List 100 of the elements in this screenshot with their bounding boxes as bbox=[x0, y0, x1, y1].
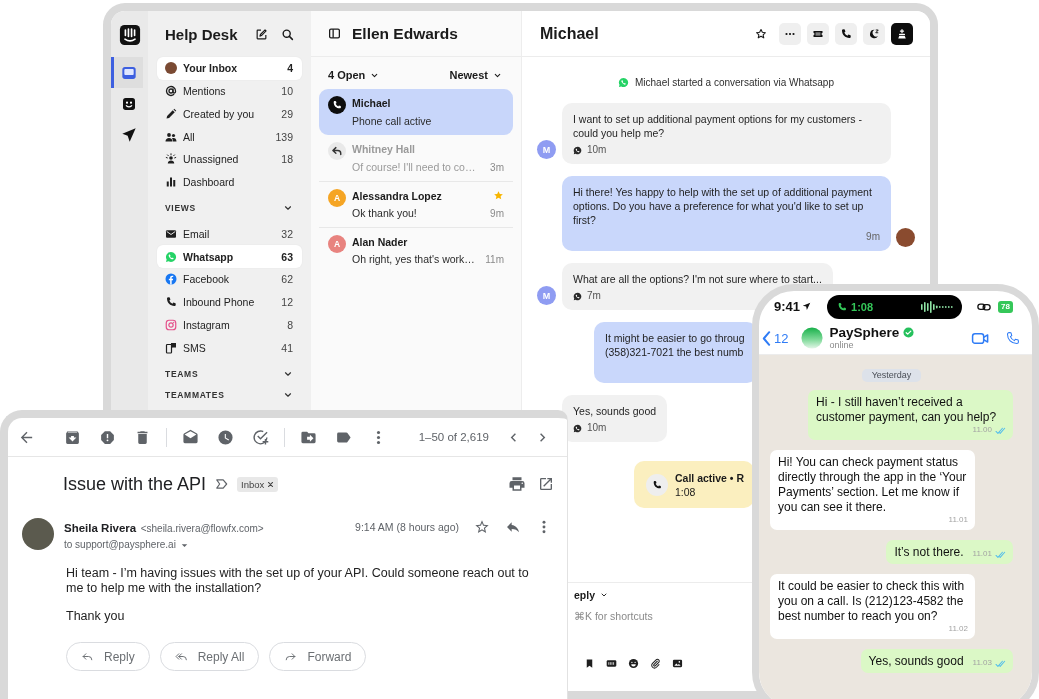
reply-all-button[interactable]: Reply All bbox=[159, 642, 260, 671]
sender-photo bbox=[22, 518, 54, 550]
user-avatar bbox=[896, 228, 915, 247]
phone-button[interactable] bbox=[835, 22, 857, 45]
section-header[interactable]: VIEWS bbox=[157, 201, 302, 215]
nav-item[interactable]: Inbound Phone 12 bbox=[157, 290, 302, 314]
label-tag[interactable]: Inbox bbox=[237, 476, 279, 492]
timestamp: 3m bbox=[490, 161, 504, 173]
nav-item[interactable]: Facebook 62 bbox=[157, 268, 302, 291]
conversation-item[interactable]: A Alessandra Lopez Ok thank you! 9m bbox=[319, 181, 513, 227]
sidebar-title: Help Desk bbox=[165, 25, 238, 43]
contact-avatar: A bbox=[328, 189, 346, 207]
message-text: What are all the options? I'm not sure where to start... bbox=[573, 272, 822, 286]
star-icon[interactable] bbox=[474, 519, 490, 535]
nav-item[interactable]: Mentions 10 bbox=[157, 79, 302, 103]
location-arrow-icon bbox=[802, 302, 812, 311]
contact-avatar: M bbox=[537, 286, 556, 305]
contact-avatar: M bbox=[537, 140, 556, 159]
inbox-button[interactable] bbox=[111, 57, 143, 88]
chevron-down-icon bbox=[283, 390, 293, 400]
emoji-icon[interactable] bbox=[628, 658, 639, 669]
star-icon[interactable] bbox=[755, 27, 767, 40]
reply-all-icon bbox=[174, 650, 188, 663]
presence-status: online bbox=[829, 340, 855, 351]
nav-item[interactable]: Whatsapp 63 bbox=[157, 245, 302, 268]
chat-text: Yes, sounds good bbox=[868, 654, 964, 669]
forward-button[interactable]: Forward bbox=[269, 642, 367, 671]
nav-item[interactable]: Your Inbox 4 bbox=[157, 57, 302, 80]
item-count: 4 bbox=[287, 62, 293, 75]
sender-name: Sheila Rivera bbox=[64, 522, 137, 534]
call-status-pill[interactable]: 1:08 bbox=[827, 294, 963, 319]
conversation-item[interactable]: A Alan Nader Oh right, yes that's work… 11m bbox=[319, 227, 513, 273]
item-count: 18 bbox=[281, 153, 293, 166]
more-button[interactable] bbox=[779, 22, 801, 45]
alert-icon[interactable] bbox=[98, 428, 116, 446]
envelope-open-icon[interactable] bbox=[181, 428, 199, 446]
chat-time: 11.00 bbox=[972, 425, 992, 435]
add-button[interactable] bbox=[891, 22, 913, 45]
conversation-item[interactable]: Michael Phone call active bbox=[319, 89, 513, 135]
reply-icon[interactable] bbox=[505, 519, 521, 535]
add-task-icon[interactable] bbox=[251, 428, 269, 446]
reply-mode-dropdown[interactable]: eply bbox=[574, 588, 608, 602]
chat-time: 11.02 bbox=[948, 624, 968, 634]
sort-dropdown[interactable]: Newest bbox=[449, 69, 502, 81]
ticket-button[interactable] bbox=[807, 22, 829, 45]
phone-icon[interactable] bbox=[1005, 330, 1020, 346]
back-button[interactable]: 12 bbox=[762, 330, 789, 346]
nav-item[interactable]: Dashboard bbox=[157, 170, 302, 194]
section-header[interactable]: TEAMS bbox=[157, 366, 302, 381]
image-icon[interactable] bbox=[672, 658, 683, 669]
chevron-left-icon bbox=[762, 330, 771, 346]
item-count: 139 bbox=[275, 130, 293, 143]
status-filter[interactable]: 4 Open bbox=[328, 69, 380, 81]
message-time: 7m bbox=[587, 289, 601, 303]
nav-item[interactable]: Created by you 29 bbox=[157, 102, 302, 126]
reply-input[interactable]: ⌘K for shortcuts bbox=[574, 607, 744, 625]
nav-item[interactable]: Instagram 8 bbox=[157, 313, 302, 337]
gif-icon[interactable] bbox=[606, 658, 617, 669]
timestamp: 9m bbox=[490, 207, 504, 219]
moon-button[interactable] bbox=[863, 22, 885, 45]
chat-text: Hi! You can check payment status directly through the app in the ‘Your Payments’ section. Let me know if you can see it there. bbox=[778, 455, 968, 515]
open-external-icon[interactable] bbox=[538, 476, 554, 492]
message-preview: Ok thank you! bbox=[352, 207, 417, 220]
paperclip-icon[interactable] bbox=[650, 658, 661, 669]
archive-icon[interactable] bbox=[63, 428, 81, 446]
chevron-down-icon bbox=[600, 591, 608, 599]
chat-bubble-icon bbox=[165, 250, 177, 263]
message-text: It might be easier to go throug (358)321-7021 the best numb bbox=[605, 331, 745, 359]
search-icon[interactable] bbox=[281, 27, 294, 41]
section-header[interactable]: TEAMMATES bbox=[157, 388, 302, 402]
reply-button[interactable]: Reply bbox=[66, 642, 150, 671]
sidebar-toggle-icon[interactable] bbox=[328, 27, 341, 40]
compose-icon[interactable] bbox=[255, 27, 268, 41]
printer-icon[interactable] bbox=[508, 475, 526, 493]
chevron-down-icon bbox=[283, 203, 293, 213]
importance-marker-icon[interactable] bbox=[215, 477, 230, 491]
contact-name: Alessandra Lopez bbox=[352, 189, 442, 202]
logo-icon[interactable] bbox=[118, 24, 141, 46]
message-text: Hi there! Yes happy to help with the set up of additional payment options. Do you have a preference for what you'd like to set up first? bbox=[573, 185, 873, 227]
chat-contact-name: PaySphere bbox=[829, 325, 900, 340]
message-text: Yes, sounds good bbox=[573, 404, 657, 418]
conversation-item[interactable]: Whitney Hall Of course! I'll need to co… 3m bbox=[319, 135, 513, 181]
contact-name: Michael bbox=[352, 97, 391, 109]
bookmark-icon[interactable] bbox=[584, 658, 595, 669]
nav-item[interactable]: SMS 41 bbox=[157, 336, 302, 359]
nav-item[interactable]: Email 32 bbox=[157, 222, 302, 246]
person-rays-icon bbox=[165, 153, 177, 166]
nav-item[interactable]: Unassigned 18 bbox=[157, 148, 302, 171]
chat-text: It’s not there. bbox=[894, 545, 964, 560]
clock-icon[interactable] bbox=[216, 428, 234, 446]
user-avatar bbox=[165, 62, 177, 75]
chat-time: 11.01 bbox=[972, 549, 992, 559]
call-timer: 1:08 bbox=[851, 300, 874, 313]
nav-item[interactable]: All 139 bbox=[157, 125, 302, 148]
phone-icon bbox=[646, 474, 668, 496]
logo-icon bbox=[801, 327, 824, 349]
people-icon bbox=[165, 130, 177, 143]
call-duration: 1:08 bbox=[675, 485, 697, 499]
forward-icon bbox=[284, 650, 298, 663]
contact-name: Alan Nader bbox=[352, 235, 408, 248]
